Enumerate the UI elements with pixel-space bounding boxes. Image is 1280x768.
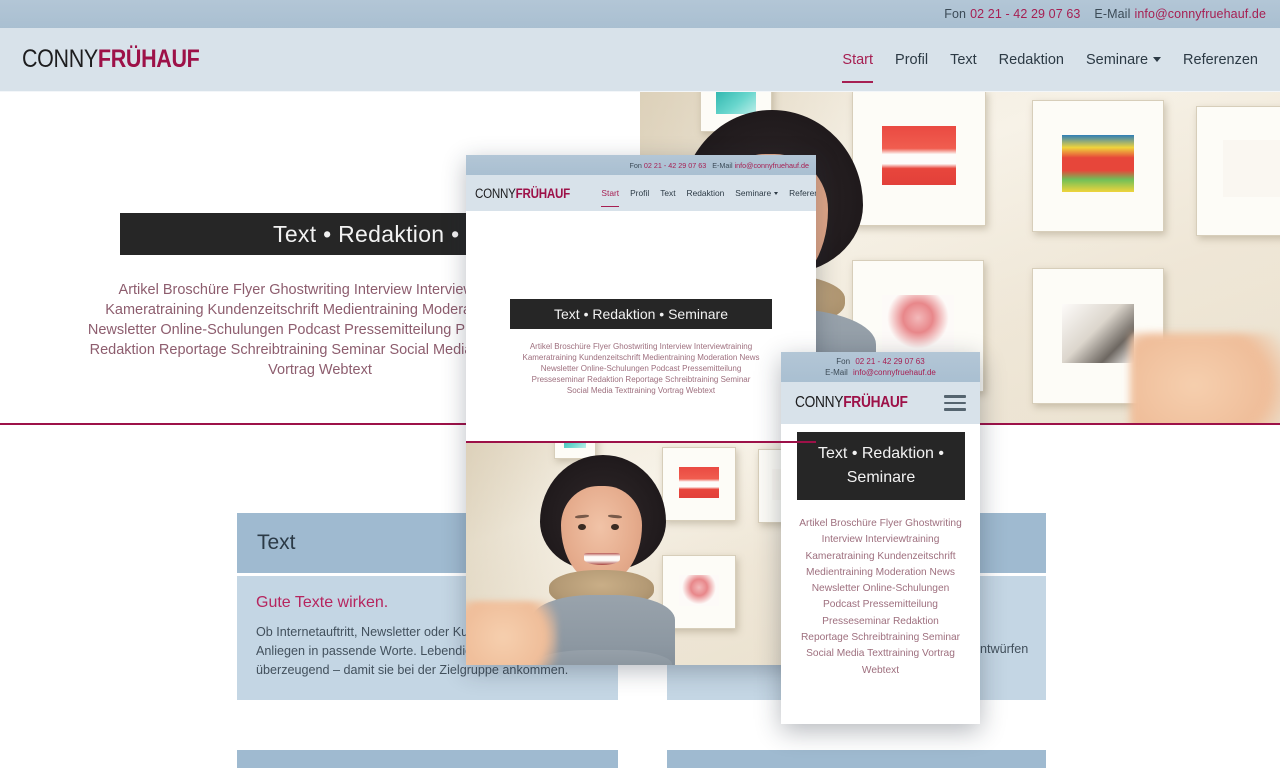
card-title-label: Gute Texte wirken. (256, 594, 389, 611)
keyword-line: Webtext (861, 664, 900, 676)
nav-label: Referenzen (789, 188, 816, 198)
tablet-nav-item-redaktion[interactable]: Redaktion (687, 175, 725, 211)
nav-label: Start (842, 51, 874, 68)
nav-label: Profil (895, 51, 929, 68)
logo-first-word: CONNY (22, 45, 98, 73)
mobile-site-logo[interactable]: CONNYFRÜHAUF (795, 394, 908, 412)
main-navigation: Start Profil Text Redaktion Seminare Ref… (842, 28, 1258, 91)
site-header: CONNYFRÜHAUF Start Profil Text Redaktion… (0, 28, 1280, 92)
keyword-line: Newsletter Online-Schulungen (811, 583, 950, 595)
tablet-site-logo[interactable]: CONNYFRÜHAUF (475, 186, 570, 201)
phone-label: Fon (944, 7, 967, 21)
email-label: E-Mail (712, 160, 733, 170)
keyword-line: Kameratraining Kundenzeitschrift Medient… (522, 353, 760, 362)
logo-first-word: CONNY (475, 185, 516, 201)
tablet-site-header: CONNYFRÜHAUF Start Profil Text Redaktion… (466, 175, 816, 211)
keyword-line: Medientraining Moderation News (806, 566, 955, 578)
nav-label: Redaktion (686, 188, 725, 198)
tablet-hero-photo (466, 441, 816, 665)
mobile-keyword-cloud: Artikel Broschüre Flyer Ghostwriting Int… (791, 516, 970, 679)
email-label: E-Mail (1094, 7, 1131, 21)
nav-item-profil[interactable]: Profil (895, 28, 928, 91)
paragraph-line: überzeugend – damit sie bei der Zielgrup… (256, 663, 569, 677)
nav-label: Redaktion (998, 51, 1064, 68)
logo-first-word: CONNY (795, 394, 844, 411)
foreground-blur-blob (1130, 333, 1280, 423)
site-logo[interactable]: CONNYFRÜHAUF (22, 45, 200, 74)
nav-item-referenzen[interactable]: Referenzen (1183, 28, 1258, 91)
hamburger-menu-icon[interactable] (944, 395, 966, 411)
tablet-keyword-cloud: Artikel Broschüre Flyer Ghostwriting Int… (486, 341, 796, 396)
phone-label: Fon (836, 357, 851, 366)
card-header-bottom-left (237, 750, 618, 768)
mobile-hero-banner: Text • Redaktion • Seminare (797, 432, 965, 500)
phone-value[interactable]: 02 21 - 42 29 07 63 (970, 7, 1080, 21)
framed-artwork-blank-right (1196, 106, 1280, 236)
mobile-contact-topbar: Fon 02 21 - 42 29 07 63 E-Mail info@conn… (781, 352, 980, 382)
mobile-mockup: Fon 02 21 - 42 29 07 63 E-Mail info@conn… (781, 352, 980, 724)
framed-artwork-multicolor (1032, 100, 1164, 232)
phone-value[interactable]: 02 21 - 42 29 07 63 (855, 357, 924, 366)
logo-second-word: FRÜHAUF (515, 185, 571, 201)
hero-banner-text: Text • Redaktion • Seminare (818, 445, 944, 486)
card-fragment-right: ntwürfen (980, 640, 1100, 659)
nav-label: Referenzen (1183, 51, 1258, 68)
keyword-line: Newsletter Online-Schulungen Podcast Pre… (540, 364, 742, 373)
keyword-line: Social Media Texttraining Vortrag Webtex… (566, 386, 716, 395)
email-value[interactable]: info@connyfruehauf.de (853, 368, 936, 377)
fragment-label: ntwürfen (980, 642, 1029, 656)
logo-second-word: FRÜHAUF (843, 394, 908, 411)
tablet-hero-banner: Text • Redaktion • Seminare (510, 299, 772, 329)
card-header-bottom-right (667, 750, 1046, 768)
chevron-down-icon (1153, 57, 1162, 62)
tablet-mockup: Fon 02 21 - 42 29 07 63 E-Mail info@conn… (466, 155, 816, 665)
tablet-photo-rule (466, 441, 816, 443)
phone-value[interactable]: 02 21 - 42 29 07 63 (644, 161, 706, 170)
keyword-line: Podcast Pressemitteilung (823, 599, 938, 611)
keyword-line: Artikel Broschüre Flyer Ghostwriting Int… (118, 282, 522, 298)
chevron-down-icon (774, 191, 779, 195)
mobile-body: Text • Redaktion • Seminare Artikel Bros… (781, 424, 980, 724)
mobile-site-header: CONNYFRÜHAUF (781, 382, 980, 424)
email-value[interactable]: info@connyfruehauf.de (1134, 7, 1266, 21)
nav-item-start[interactable]: Start (842, 28, 873, 91)
page-root: Fon 02 21 - 42 29 07 63 E-Mail info@conn… (0, 0, 1280, 768)
nav-label: Profil (630, 188, 650, 198)
keyword-line: Kameratraining Kundenzeitschrift (805, 550, 956, 562)
tablet-contact-topbar: Fon 02 21 - 42 29 07 63 E-Mail info@conn… (466, 155, 816, 175)
tablet-nav-item-referenzen[interactable]: Referenzen (789, 175, 816, 211)
nav-label: Start (601, 188, 620, 198)
nav-label: Text (950, 51, 977, 68)
logo-second-word: FRÜHAUF (97, 45, 200, 73)
tablet-nav-item-seminare[interactable]: Seminare (735, 175, 779, 211)
foreground-blur-blob (466, 601, 558, 665)
keyword-line: Presseseminar Redaktion Reportage Schrei… (531, 375, 751, 384)
nav-item-seminare[interactable]: Seminare (1085, 28, 1162, 91)
email-label: E-Mail (825, 368, 848, 377)
keyword-line: Artikel Broschüre Flyer Ghostwriting Int… (529, 342, 753, 351)
contact-topbar: Fon 02 21 - 42 29 07 63 E-Mail info@conn… (0, 0, 1280, 28)
card-header-label: Text (257, 531, 296, 554)
tablet-nav-item-profil[interactable]: Profil (630, 175, 649, 211)
hero-banner-text: Text • Redaktion • Seminare (554, 306, 728, 322)
nav-label: Seminare (1085, 51, 1149, 68)
tablet-nav-item-text[interactable]: Text (660, 175, 675, 211)
keyword-line: Vortrag Webtext (268, 362, 372, 378)
phone-label: Fon (629, 160, 642, 170)
keyword-line: Social Media Texttraining Vortrag (806, 648, 955, 660)
nav-label: Text (660, 188, 676, 198)
nav-item-redaktion[interactable]: Redaktion (999, 28, 1064, 91)
keyword-line: Presseseminar Redaktion (822, 615, 939, 627)
nav-label: Seminare (735, 188, 772, 198)
keyword-line: Interview Interviewtraining (821, 534, 940, 546)
tablet-main-navigation: Start Profil Text Redaktion Seminare Ref… (601, 175, 816, 211)
nav-item-text[interactable]: Text (950, 28, 977, 91)
keyword-line: Reportage Schreibtraining Seminar (800, 632, 961, 644)
email-value[interactable]: info@connyfruehauf.de (735, 161, 809, 170)
tablet-nav-item-start[interactable]: Start (601, 175, 619, 211)
keyword-line: Artikel Broschüre Flyer Ghostwriting (799, 518, 962, 529)
